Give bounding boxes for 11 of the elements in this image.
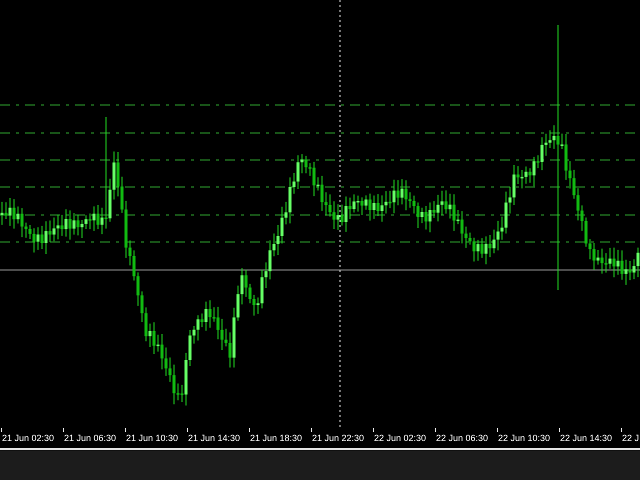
time-axis-label: 21 Jun 14:30	[187, 428, 249, 448]
time-axis-label: 21 Jun 02:30	[1, 428, 63, 448]
time-axis-label: 22 Jun 10:30	[497, 428, 559, 448]
time-axis-label: 22 Jun 02:30	[373, 428, 435, 448]
time-axis-label: 22 J	[621, 428, 640, 448]
time-axis-label: 21 Jun 10:30	[125, 428, 187, 448]
time-axis-label: 22 Jun 14:30	[559, 428, 621, 448]
time-axis-label: 22 Jun 06:30	[435, 428, 497, 448]
time-axis-label: 21 Jun 18:30	[249, 428, 311, 448]
time-axis-label: 21 Jun 22:30	[311, 428, 373, 448]
time-axis-label: 21 Jun 06:30	[63, 428, 125, 448]
